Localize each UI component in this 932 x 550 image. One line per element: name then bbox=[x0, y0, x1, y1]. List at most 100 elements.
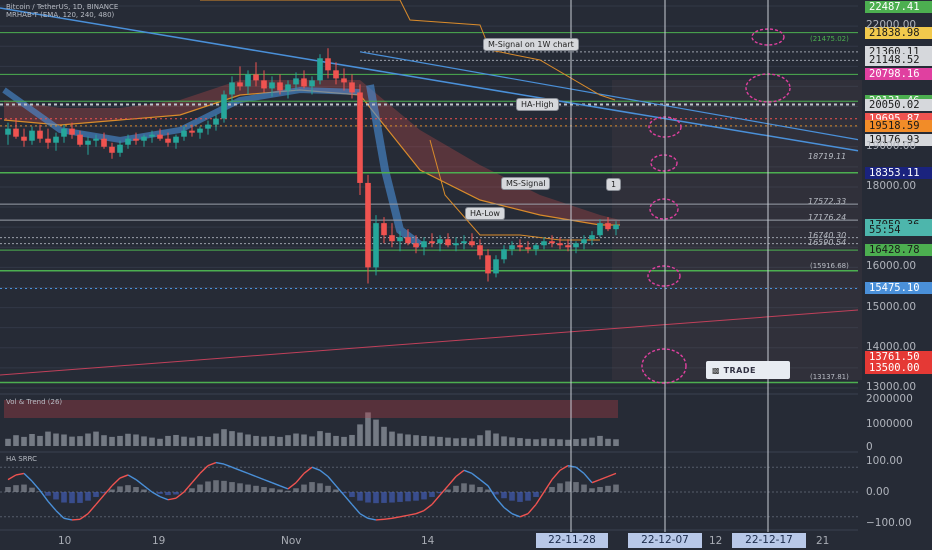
osc-histogram-bar bbox=[285, 490, 291, 492]
price-label: 20798.16 bbox=[865, 68, 932, 81]
osc-histogram-bar bbox=[533, 492, 539, 497]
osc-histogram-bar bbox=[205, 481, 211, 492]
volume-bar bbox=[581, 438, 587, 446]
volume-bar bbox=[261, 436, 267, 446]
volume-bar bbox=[165, 435, 171, 446]
candle-body bbox=[381, 223, 387, 236]
osc-histogram-bar bbox=[125, 485, 131, 492]
volume-bar bbox=[357, 424, 363, 446]
volume-bar bbox=[325, 432, 331, 446]
candle-body bbox=[533, 245, 539, 250]
candle-body bbox=[213, 118, 219, 125]
volume-bar bbox=[485, 430, 491, 446]
osc-histogram-bar bbox=[13, 485, 19, 492]
callout-ha-high: HA-High bbox=[516, 98, 559, 111]
osc-histogram-bar bbox=[469, 484, 475, 492]
osc-histogram-bar bbox=[189, 488, 195, 492]
osc-histogram-bar bbox=[309, 482, 315, 492]
axis-price-tick: 13000.00 bbox=[866, 381, 917, 393]
candle-body bbox=[501, 249, 507, 260]
osc-histogram-bar bbox=[501, 492, 507, 499]
osc-histogram-bar bbox=[221, 480, 227, 492]
axis-price-tick: 16000.00 bbox=[866, 260, 917, 273]
volume-bar bbox=[237, 432, 243, 446]
candle-body bbox=[221, 94, 227, 119]
osc-histogram-bar bbox=[509, 492, 515, 501]
date-box-1128[interactable]: 22-11-28 bbox=[536, 533, 608, 548]
volume-bar bbox=[141, 436, 147, 446]
osc-histogram-bar bbox=[405, 492, 411, 502]
osc-histogram-bar bbox=[93, 492, 99, 497]
osc-histogram-bar bbox=[581, 484, 587, 492]
osc-histogram-bar bbox=[157, 492, 163, 494]
candle-body bbox=[45, 138, 51, 143]
volume-tick-2m: 2000000 bbox=[866, 393, 913, 405]
osc-line-segment bbox=[71, 518, 81, 521]
candle-body bbox=[549, 241, 555, 244]
candle-body bbox=[245, 74, 251, 87]
date-box-1207[interactable]: 22-12-07 bbox=[628, 533, 702, 548]
candle-body bbox=[125, 138, 131, 145]
chart-canvas[interactable] bbox=[0, 0, 932, 550]
axis-price-tick: 15000.00 bbox=[866, 300, 917, 313]
candle-body bbox=[445, 239, 451, 246]
candle-body bbox=[309, 80, 315, 87]
candle-body bbox=[485, 255, 491, 274]
volume-bar bbox=[445, 437, 451, 446]
candle-body bbox=[173, 136, 179, 143]
volume-bar bbox=[437, 436, 443, 446]
candle-body bbox=[365, 182, 371, 268]
osc-histogram-bar bbox=[277, 489, 283, 492]
osc-histogram-bar bbox=[421, 492, 427, 500]
osc-histogram-bar bbox=[573, 482, 579, 492]
osc-line-segment bbox=[375, 518, 385, 521]
candle-body bbox=[341, 78, 347, 83]
volume-bar bbox=[93, 431, 99, 446]
volume-bar bbox=[5, 438, 11, 446]
volume-bar bbox=[589, 437, 595, 446]
volume-title: Vol & Trend (26) bbox=[6, 398, 63, 406]
candle-body bbox=[53, 136, 59, 143]
osc-histogram-bar bbox=[77, 492, 83, 503]
candle-body bbox=[325, 58, 331, 71]
volume-tick-1m: 1000000 bbox=[866, 418, 913, 430]
level-label-21475: (21475.02) bbox=[810, 35, 849, 43]
volume-bar bbox=[541, 438, 547, 446]
candle-body bbox=[69, 128, 75, 135]
candle-body bbox=[261, 80, 267, 89]
candle-body bbox=[269, 82, 275, 89]
volume-bar bbox=[85, 433, 91, 446]
volume-tick-0: 0 bbox=[866, 441, 873, 453]
candle-body bbox=[357, 92, 363, 183]
osc-histogram-bar bbox=[109, 489, 115, 492]
volume-bar bbox=[413, 435, 419, 446]
volume-bar bbox=[13, 435, 19, 446]
volume-bar bbox=[189, 437, 195, 446]
osc-histogram-bar bbox=[165, 492, 171, 496]
volume-bar bbox=[301, 434, 307, 446]
osc-histogram-bar bbox=[85, 492, 91, 501]
oscillator-title: HA SRRC bbox=[6, 455, 37, 463]
volume-bar bbox=[613, 439, 619, 446]
level-label-16590: 16590.54 bbox=[808, 238, 847, 247]
osc-histogram-bar bbox=[365, 492, 371, 503]
date-box-1217[interactable]: 22-12-17 bbox=[732, 533, 806, 548]
candle-body bbox=[477, 245, 483, 256]
candle-body bbox=[141, 136, 147, 141]
candle-body bbox=[613, 224, 619, 230]
candle-body bbox=[437, 239, 443, 244]
level-label-18719: 18719.11 bbox=[808, 152, 847, 161]
candle-body bbox=[85, 140, 91, 145]
osc-histogram-bar bbox=[333, 489, 339, 492]
candle-body bbox=[557, 243, 563, 246]
volume-bar bbox=[525, 438, 531, 446]
price-label: 19518.59 bbox=[865, 119, 932, 132]
volume-bar bbox=[213, 433, 219, 446]
watermark-logo: ▩ TRADE bbox=[706, 361, 790, 379]
volume-bar bbox=[157, 438, 163, 446]
x-tick-19: 19 bbox=[152, 535, 166, 547]
candle-body bbox=[525, 247, 531, 250]
candle-body bbox=[237, 82, 243, 87]
volume-bar bbox=[109, 436, 115, 446]
candle-body bbox=[413, 243, 419, 248]
